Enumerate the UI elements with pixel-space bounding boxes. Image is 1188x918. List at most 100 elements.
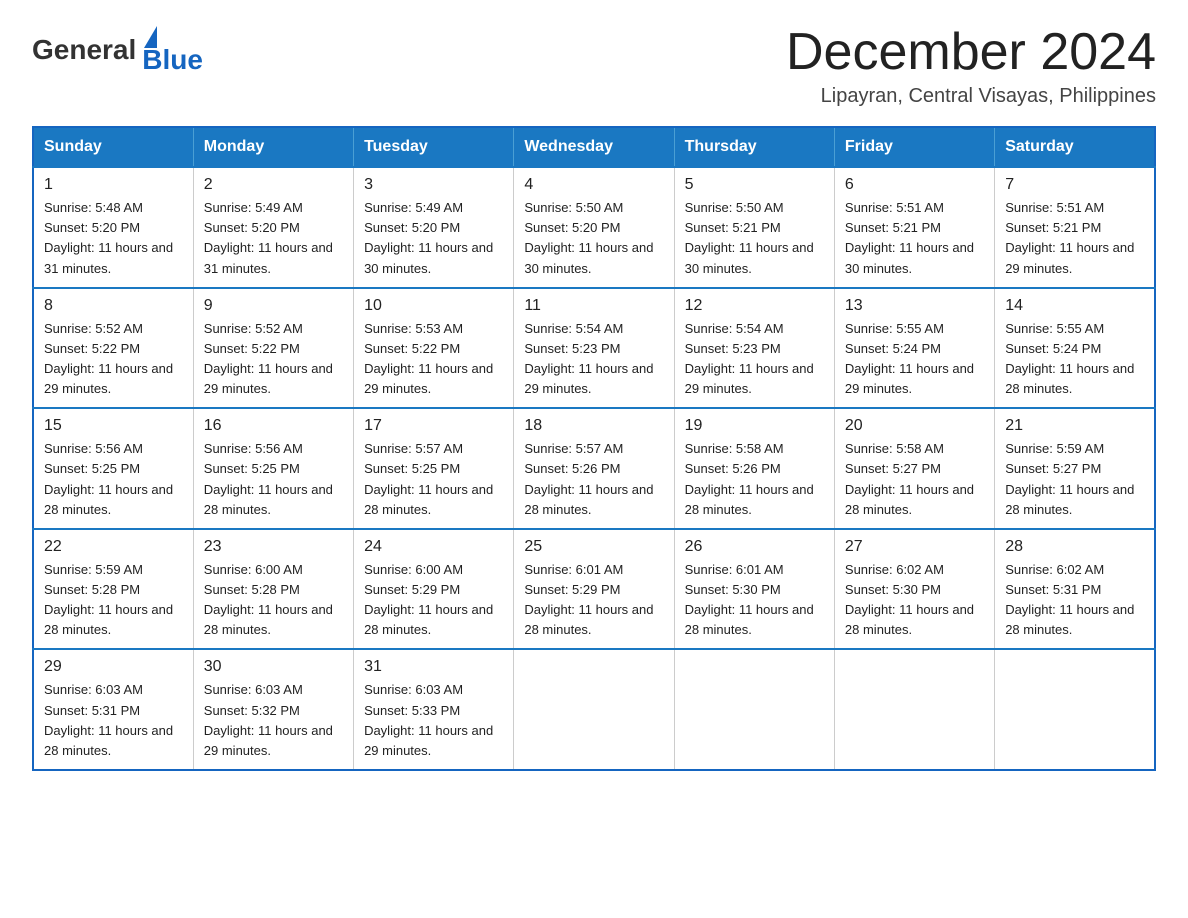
calendar-cell: 17 Sunrise: 5:57 AM Sunset: 5:25 PM Dayl… xyxy=(354,408,514,529)
weekday-header-wednesday: Wednesday xyxy=(514,127,674,167)
calendar-cell: 15 Sunrise: 5:56 AM Sunset: 5:25 PM Dayl… xyxy=(33,408,193,529)
calendar-cell xyxy=(674,649,834,770)
day-number: 20 xyxy=(845,417,984,435)
calendar-table: SundayMondayTuesdayWednesdayThursdayFrid… xyxy=(32,126,1156,771)
calendar-cell: 3 Sunrise: 5:49 AM Sunset: 5:20 PM Dayli… xyxy=(354,167,514,288)
logo-general: General xyxy=(32,34,136,66)
day-number: 27 xyxy=(845,538,984,556)
day-info: Sunrise: 5:49 AM Sunset: 5:20 PM Dayligh… xyxy=(204,198,343,279)
day-info: Sunrise: 6:00 AM Sunset: 5:28 PM Dayligh… xyxy=(204,560,343,641)
calendar-subtitle: Lipayran, Central Visayas, Philippines xyxy=(786,85,1156,108)
day-number: 14 xyxy=(1005,297,1144,315)
day-info: Sunrise: 5:52 AM Sunset: 5:22 PM Dayligh… xyxy=(44,319,183,400)
calendar-cell xyxy=(834,649,994,770)
calendar-week-3: 15 Sunrise: 5:56 AM Sunset: 5:25 PM Dayl… xyxy=(33,408,1155,529)
day-number: 5 xyxy=(685,176,824,194)
day-info: Sunrise: 5:51 AM Sunset: 5:21 PM Dayligh… xyxy=(845,198,984,279)
calendar-cell: 27 Sunrise: 6:02 AM Sunset: 5:30 PM Dayl… xyxy=(834,529,994,650)
calendar-cell: 16 Sunrise: 5:56 AM Sunset: 5:25 PM Dayl… xyxy=(193,408,353,529)
day-info: Sunrise: 5:55 AM Sunset: 5:24 PM Dayligh… xyxy=(845,319,984,400)
calendar-cell: 19 Sunrise: 5:58 AM Sunset: 5:26 PM Dayl… xyxy=(674,408,834,529)
calendar-cell: 1 Sunrise: 5:48 AM Sunset: 5:20 PM Dayli… xyxy=(33,167,193,288)
calendar-cell: 22 Sunrise: 5:59 AM Sunset: 5:28 PM Dayl… xyxy=(33,529,193,650)
day-info: Sunrise: 5:54 AM Sunset: 5:23 PM Dayligh… xyxy=(524,319,663,400)
weekday-header-saturday: Saturday xyxy=(995,127,1155,167)
calendar-cell xyxy=(514,649,674,770)
day-number: 7 xyxy=(1005,176,1144,194)
day-info: Sunrise: 6:02 AM Sunset: 5:30 PM Dayligh… xyxy=(845,560,984,641)
day-number: 22 xyxy=(44,538,183,556)
day-number: 6 xyxy=(845,176,984,194)
day-info: Sunrise: 5:54 AM Sunset: 5:23 PM Dayligh… xyxy=(685,319,824,400)
day-number: 17 xyxy=(364,417,503,435)
day-info: Sunrise: 5:59 AM Sunset: 5:27 PM Dayligh… xyxy=(1005,439,1144,520)
calendar-cell: 4 Sunrise: 5:50 AM Sunset: 5:20 PM Dayli… xyxy=(514,167,674,288)
day-number: 29 xyxy=(44,658,183,676)
day-info: Sunrise: 5:49 AM Sunset: 5:20 PM Dayligh… xyxy=(364,198,503,279)
day-info: Sunrise: 5:59 AM Sunset: 5:28 PM Dayligh… xyxy=(44,560,183,641)
day-number: 16 xyxy=(204,417,343,435)
day-info: Sunrise: 6:03 AM Sunset: 5:31 PM Dayligh… xyxy=(44,680,183,761)
calendar-cell: 7 Sunrise: 5:51 AM Sunset: 5:21 PM Dayli… xyxy=(995,167,1155,288)
day-number: 15 xyxy=(44,417,183,435)
calendar-cell: 10 Sunrise: 5:53 AM Sunset: 5:22 PM Dayl… xyxy=(354,288,514,409)
day-info: Sunrise: 6:00 AM Sunset: 5:29 PM Dayligh… xyxy=(364,560,503,641)
day-info: Sunrise: 6:01 AM Sunset: 5:29 PM Dayligh… xyxy=(524,560,663,641)
calendar-week-4: 22 Sunrise: 5:59 AM Sunset: 5:28 PM Dayl… xyxy=(33,529,1155,650)
day-number: 24 xyxy=(364,538,503,556)
day-info: Sunrise: 5:50 AM Sunset: 5:20 PM Dayligh… xyxy=(524,198,663,279)
weekday-header-tuesday: Tuesday xyxy=(354,127,514,167)
day-info: Sunrise: 6:02 AM Sunset: 5:31 PM Dayligh… xyxy=(1005,560,1144,641)
day-number: 8 xyxy=(44,297,183,315)
day-number: 13 xyxy=(845,297,984,315)
day-number: 1 xyxy=(44,176,183,194)
calendar-cell: 29 Sunrise: 6:03 AM Sunset: 5:31 PM Dayl… xyxy=(33,649,193,770)
calendar-week-5: 29 Sunrise: 6:03 AM Sunset: 5:31 PM Dayl… xyxy=(33,649,1155,770)
calendar-cell: 12 Sunrise: 5:54 AM Sunset: 5:23 PM Dayl… xyxy=(674,288,834,409)
calendar-cell: 21 Sunrise: 5:59 AM Sunset: 5:27 PM Dayl… xyxy=(995,408,1155,529)
calendar-cell: 5 Sunrise: 5:50 AM Sunset: 5:21 PM Dayli… xyxy=(674,167,834,288)
calendar-title: December 2024 xyxy=(786,24,1156,81)
calendar-cell: 20 Sunrise: 5:58 AM Sunset: 5:27 PM Dayl… xyxy=(834,408,994,529)
day-number: 25 xyxy=(524,538,663,556)
day-number: 11 xyxy=(524,297,663,315)
calendar-cell: 8 Sunrise: 5:52 AM Sunset: 5:22 PM Dayli… xyxy=(33,288,193,409)
day-number: 12 xyxy=(685,297,824,315)
calendar-cell: 31 Sunrise: 6:03 AM Sunset: 5:33 PM Dayl… xyxy=(354,649,514,770)
calendar-cell xyxy=(995,649,1155,770)
day-info: Sunrise: 6:03 AM Sunset: 5:33 PM Dayligh… xyxy=(364,680,503,761)
logo-blue: Blue xyxy=(142,44,203,76)
day-info: Sunrise: 5:56 AM Sunset: 5:25 PM Dayligh… xyxy=(44,439,183,520)
calendar-cell: 9 Sunrise: 5:52 AM Sunset: 5:22 PM Dayli… xyxy=(193,288,353,409)
day-info: Sunrise: 5:48 AM Sunset: 5:20 PM Dayligh… xyxy=(44,198,183,279)
day-info: Sunrise: 5:51 AM Sunset: 5:21 PM Dayligh… xyxy=(1005,198,1144,279)
day-info: Sunrise: 5:57 AM Sunset: 5:26 PM Dayligh… xyxy=(524,439,663,520)
calendar-cell: 30 Sunrise: 6:03 AM Sunset: 5:32 PM Dayl… xyxy=(193,649,353,770)
logo: General Blue xyxy=(32,24,203,76)
day-info: Sunrise: 5:53 AM Sunset: 5:22 PM Dayligh… xyxy=(364,319,503,400)
day-number: 18 xyxy=(524,417,663,435)
calendar-week-2: 8 Sunrise: 5:52 AM Sunset: 5:22 PM Dayli… xyxy=(33,288,1155,409)
day-number: 23 xyxy=(204,538,343,556)
calendar-cell: 24 Sunrise: 6:00 AM Sunset: 5:29 PM Dayl… xyxy=(354,529,514,650)
weekday-header-sunday: Sunday xyxy=(33,127,193,167)
weekday-header-thursday: Thursday xyxy=(674,127,834,167)
day-number: 10 xyxy=(364,297,503,315)
weekday-header-monday: Monday xyxy=(193,127,353,167)
day-number: 9 xyxy=(204,297,343,315)
day-number: 3 xyxy=(364,176,503,194)
day-number: 28 xyxy=(1005,538,1144,556)
day-info: Sunrise: 5:58 AM Sunset: 5:27 PM Dayligh… xyxy=(845,439,984,520)
day-info: Sunrise: 6:03 AM Sunset: 5:32 PM Dayligh… xyxy=(204,680,343,761)
calendar-cell: 11 Sunrise: 5:54 AM Sunset: 5:23 PM Dayl… xyxy=(514,288,674,409)
day-info: Sunrise: 5:58 AM Sunset: 5:26 PM Dayligh… xyxy=(685,439,824,520)
day-info: Sunrise: 5:55 AM Sunset: 5:24 PM Dayligh… xyxy=(1005,319,1144,400)
calendar-cell: 14 Sunrise: 5:55 AM Sunset: 5:24 PM Dayl… xyxy=(995,288,1155,409)
day-number: 26 xyxy=(685,538,824,556)
calendar-cell: 25 Sunrise: 6:01 AM Sunset: 5:29 PM Dayl… xyxy=(514,529,674,650)
title-block: December 2024 Lipayran, Central Visayas,… xyxy=(786,24,1156,108)
calendar-cell: 2 Sunrise: 5:49 AM Sunset: 5:20 PM Dayli… xyxy=(193,167,353,288)
day-info: Sunrise: 5:52 AM Sunset: 5:22 PM Dayligh… xyxy=(204,319,343,400)
day-info: Sunrise: 5:57 AM Sunset: 5:25 PM Dayligh… xyxy=(364,439,503,520)
day-info: Sunrise: 5:56 AM Sunset: 5:25 PM Dayligh… xyxy=(204,439,343,520)
